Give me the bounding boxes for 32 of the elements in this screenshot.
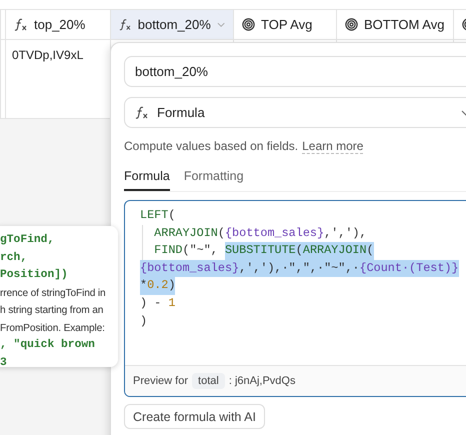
preview-value: : j6nAj,PvdQs	[228, 375, 296, 387]
field-chip: total	[192, 373, 225, 389]
learn-more-link[interactable]: Learn more	[302, 139, 364, 154]
help-text: FromPosition. Example:	[0, 322, 106, 336]
code-text: Position])	[0, 268, 69, 283]
column-header[interactable]: bottom_20%	[110, 10, 233, 39]
preview-label: Preview for	[133, 375, 188, 387]
tab[interactable]: Formatting	[184, 169, 244, 191]
formula-icon	[135, 106, 149, 119]
create-formula-ai-button[interactable]: Create formula with AI	[124, 404, 265, 429]
code-line: LEFT(	[140, 207, 176, 224]
code-line: )	[140, 312, 148, 330]
code-line: ) - 1	[140, 294, 176, 312]
tab[interactable]: Formula	[124, 169, 170, 191]
rollup-icon	[345, 18, 358, 31]
rollup-icon	[242, 18, 255, 31]
field-name-input[interactable]: bottom_20%	[124, 56, 466, 87]
formula-icon	[14, 18, 28, 31]
code-line: {bottom_sales},','),·",",·"~",·{Count·(Test)}	[140, 260, 466, 278]
code-line: ARRAYJOIN({bottom_sales},','),	[140, 224, 466, 242]
description-text: Compute values based on fields.	[124, 139, 298, 154]
code-line: *0.2)	[140, 277, 466, 295]
help-text: h string starting from an	[0, 304, 104, 318]
field-type-dropdown[interactable]: Formula	[124, 97, 466, 128]
code-line: FIND("~", SUBSTITUTE(ARRAYJOIN(	[140, 242, 466, 260]
code-text: rch,	[0, 250, 28, 266]
code-text: , "quick brown	[0, 338, 96, 353]
formula-editor[interactable]: LEFT( ARRAYJOIN({bottom_sales},','), FIND("~", SUBSTITUTE(ARRAYJOIN( {bottom_sales},','),·",",·"~",·{Count·(Test)} *0.2) ) - 1 ) Preview for total : j6nAj,PvdQs	[124, 200, 466, 397]
code-text: gToFind,	[0, 232, 56, 248]
help-text: rrence of stringToFind in	[0, 286, 107, 300]
code-text: 3	[0, 356, 8, 367]
formula-icon	[119, 18, 132, 31]
